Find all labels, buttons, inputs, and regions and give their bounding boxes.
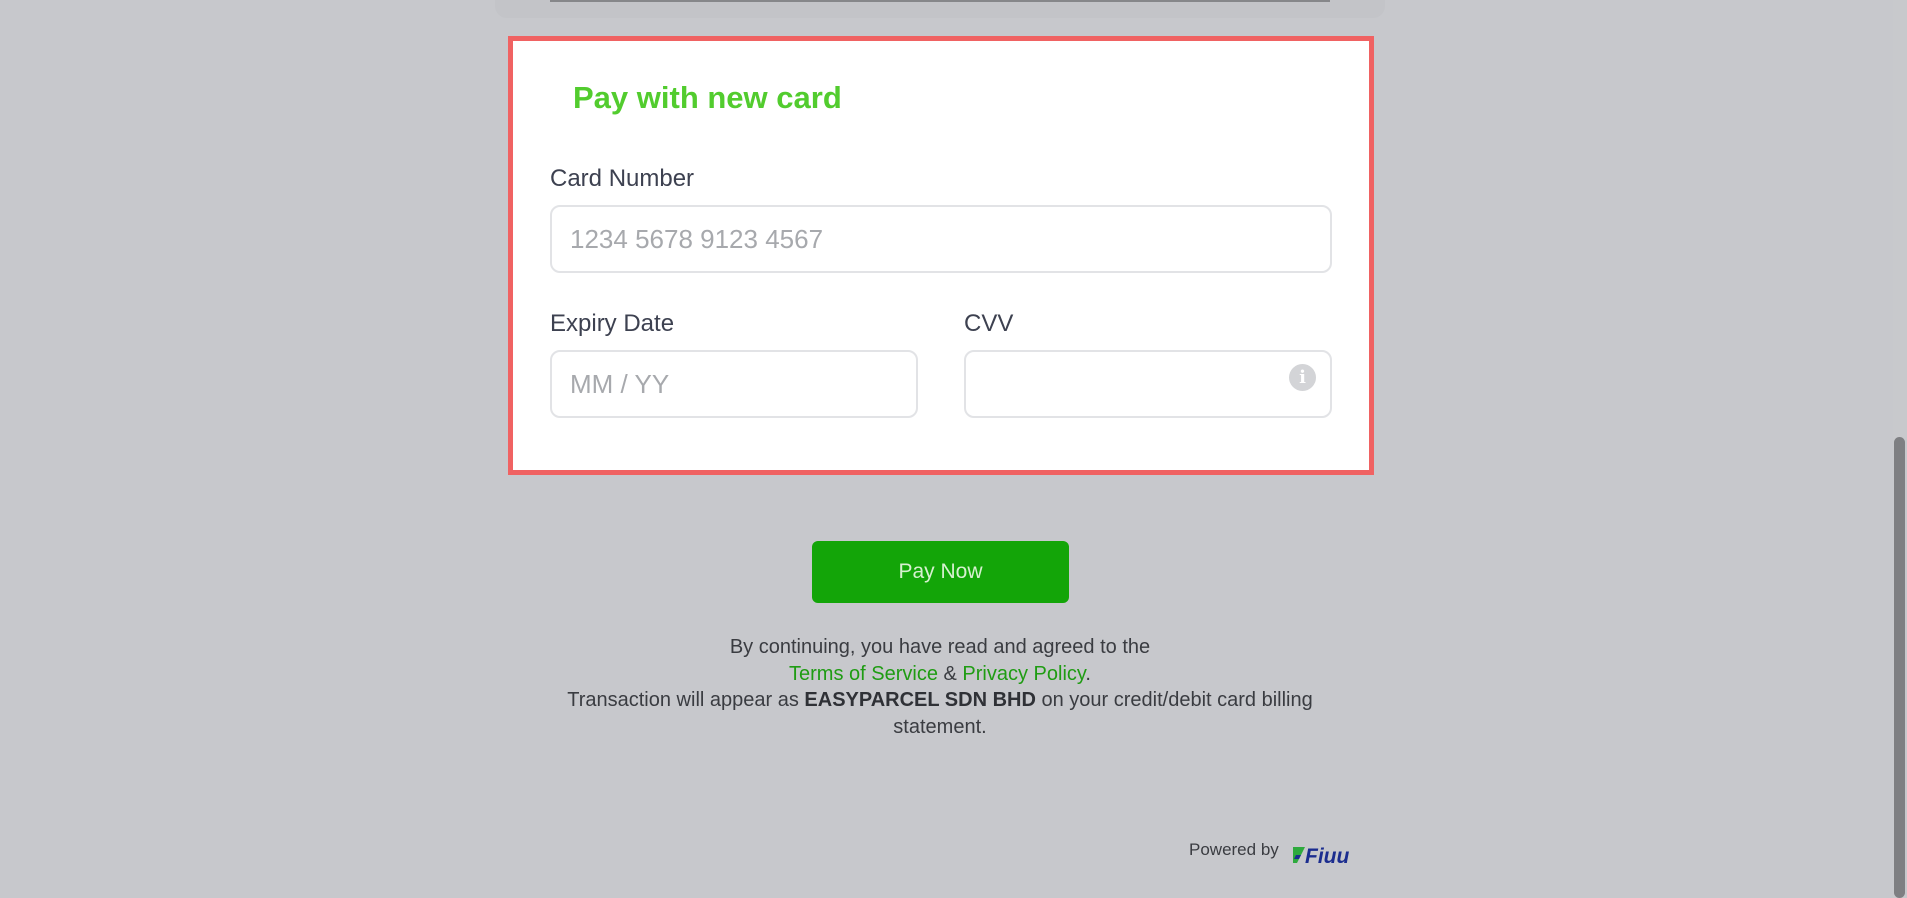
privacy-policy-link[interactable]: Privacy Policy: [962, 663, 1085, 685]
fiuu-logo: Fiuu: [1293, 845, 1349, 867]
statement-prefix: Transaction will appear as: [567, 689, 799, 711]
previous-section-panel: [495, 0, 1385, 18]
powered-by-label: Powered by: [1189, 840, 1279, 859]
card-number-label: Card Number: [550, 165, 695, 192]
scrollbar-thumb[interactable]: [1894, 437, 1905, 898]
consent-line: By continuing, you have read and agreed …: [729, 636, 1151, 658]
scrollbar-track[interactable]: [1893, 0, 1907, 898]
info-icon[interactable]: i: [1289, 364, 1316, 391]
logo-wordmark: Fiuu: [1305, 845, 1349, 867]
merchant-name: EASYPARCEL SDN BHD: [804, 689, 1036, 711]
legal-links: Terms of Service & Privacy Policy.: [540, 661, 1340, 688]
billing-statement-note: Transaction will appear as EASYPARCEL SD…: [540, 687, 1340, 740]
new-card-form: Pay with new card Card Number 1234 5678 …: [508, 36, 1374, 475]
card-number-input[interactable]: 1234 5678 9123 4567: [550, 205, 1332, 273]
expiry-date-input[interactable]: MM / YY: [550, 350, 918, 418]
cvv-input[interactable]: i: [964, 350, 1332, 418]
ampersand: &: [943, 662, 957, 685]
form-title: Pay with new card: [573, 80, 842, 115]
terms-of-service-link[interactable]: Terms of Service: [789, 663, 938, 685]
period: .: [1085, 662, 1091, 685]
expiry-date-label: Expiry Date: [550, 310, 675, 337]
pay-now-button[interactable]: Pay Now: [812, 541, 1069, 603]
cvv-label: CVV: [964, 310, 1014, 337]
section-divider: [550, 0, 1330, 2]
consent-text: By continuing, you have read and agreed …: [540, 634, 1340, 740]
